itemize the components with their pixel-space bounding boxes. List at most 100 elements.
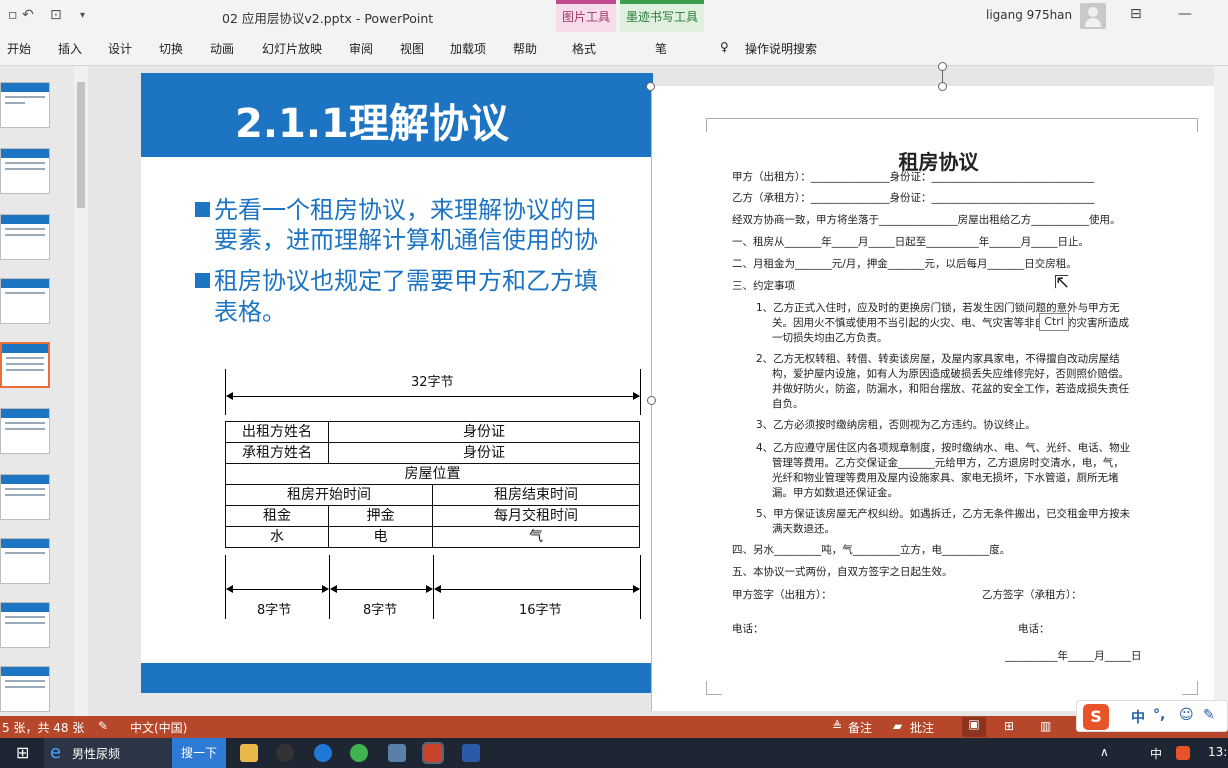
ime-punct[interactable]: °, <box>1153 707 1165 723</box>
tab-animations[interactable]: 动画 <box>210 40 234 57</box>
rental-agreement-image[interactable]: 租房协议 甲方（出租方）：_______________身份证：________… <box>651 86 1224 711</box>
customize-qat-icon[interactable]: ▾ <box>80 10 85 21</box>
table-cell: 身份证 <box>328 442 640 464</box>
table-cell: 水 <box>225 526 329 548</box>
bullet-square-icon <box>195 202 210 217</box>
sogou-tray-icon[interactable] <box>1176 746 1190 760</box>
tab-home[interactable]: 开始 <box>7 40 31 57</box>
word-icon[interactable] <box>462 744 480 762</box>
bullet-1[interactable]: 先看一个租房协议，来理解协议的目 <box>195 196 598 225</box>
normal-view-icon[interactable]: ▣ <box>962 717 986 737</box>
doc-line: 管理等费用。乙方交保证金_______元给甲方，乙方退房时交清水，电，气， <box>772 457 1124 469</box>
slide-thumbnail[interactable] <box>0 666 50 712</box>
taskbar-browser[interactable]: e 男性尿频 <box>44 738 172 768</box>
tray-language[interactable]: 中 <box>1150 745 1162 762</box>
context-group-label: 图片工具 <box>561 10 610 24</box>
undo-icon[interactable]: ↶ <box>22 7 34 23</box>
tab-insert[interactable]: 插入 <box>58 40 82 57</box>
ctrl-tooltip: Ctrl <box>1039 313 1069 331</box>
notes-button[interactable]: 备注 <box>848 719 872 736</box>
spellcheck-icon[interactable]: ✎ <box>98 719 108 733</box>
doc-line: 甲方（出租方）：_______________身份证：_____________… <box>732 171 1095 183</box>
comments-button[interactable]: 批注 <box>910 719 934 736</box>
start-icon[interactable]: ⊞ <box>16 743 29 762</box>
doc-line: 经双方协商一致，甲方将坐落于_______________房屋出租给乙方____… <box>732 214 1121 226</box>
field-bytes-label: 8字节 <box>257 603 292 618</box>
doc-line: 满天数退还。 <box>772 523 835 535</box>
table-cell: 每月交租时间 <box>432 505 640 527</box>
slide-thumbnail[interactable] <box>0 602 50 648</box>
slide-title[interactable]: 2.1.1理解协议 <box>235 91 509 149</box>
slide-count[interactable]: 5 张，共 48 张 <box>2 719 84 736</box>
total-bytes-label: 32字节 <box>411 375 454 390</box>
doc-line: 2、乙方无权转租、转借、转卖该房屋，及屋内家具家电，不得擅自改动房屋结 <box>756 353 1120 365</box>
edge-icon[interactable] <box>314 744 332 762</box>
user-name[interactable]: ligang 975han <box>986 8 1072 22</box>
resize-handle[interactable] <box>646 82 655 91</box>
doc-line: 4、乙方应遵守居住区内各项规章制度，按时缴纳水、电、气、光纤、电话、物业 <box>756 442 1131 454</box>
present-icon[interactable]: ⊡ <box>50 7 62 23</box>
doc-line: 电话： <box>732 623 764 635</box>
bullet-2[interactable]: 租房协议也规定了需要甲方和乙方填 <box>195 267 598 296</box>
emoji-icon[interactable]: ☺ <box>1179 707 1194 723</box>
slide-thumbnail-selected[interactable] <box>0 342 50 388</box>
slide-thumbnail[interactable] <box>0 474 50 520</box>
minimize-icon[interactable]: — <box>1178 6 1192 22</box>
doc-line: 乙方签字（承租方）： <box>982 589 1082 601</box>
language-indicator[interactable]: 中文(中国) <box>130 719 187 736</box>
doc-line: 电话： <box>1018 623 1050 635</box>
tab-slideshow[interactable]: 幻灯片放映 <box>262 40 322 57</box>
resize-handle[interactable] <box>938 82 947 91</box>
ime-toolbar[interactable]: S 中 °, ☺ ✎ <box>1076 700 1228 732</box>
resize-handle[interactable] <box>647 396 656 405</box>
app-icon[interactable] <box>388 744 406 762</box>
field-bytes-label: 8字节 <box>363 603 398 618</box>
browser-360-icon[interactable] <box>350 744 368 762</box>
powerpoint-icon[interactable] <box>422 742 444 764</box>
doc-line: 并做好防火，防盗，防漏水，和阳台摆放、花盆的安全工作，若造成损失责任 <box>772 383 1129 395</box>
clock[interactable]: 13: <box>1208 745 1227 759</box>
skin-icon[interactable]: ✎ <box>1203 707 1215 723</box>
tab-help[interactable]: 帮助 <box>513 40 537 57</box>
file-explorer-icon[interactable] <box>240 744 258 762</box>
reading-view-icon[interactable]: ▥ <box>1040 719 1051 733</box>
doc-line: 四、另水_________吨，气_________立方，电_________度。 <box>732 544 1011 556</box>
slide-canvas[interactable]: 2.1.1理解协议 先看一个租房协议，来理解协议的目 要素，进而理解计算机通信使… <box>141 73 653 693</box>
doc-line: 乙方（承租方）：_______________身份证：_____________… <box>732 192 1095 204</box>
search-button[interactable]: 搜一下 <box>172 738 226 768</box>
qq-icon[interactable] <box>276 744 294 762</box>
slide-thumbnail[interactable] <box>0 538 50 584</box>
byte-layout-table[interactable]: 32字节 出租方姓名 身份证 承租方姓名 身份证 房屋位置 租房开始时间 租房结… <box>225 369 641 619</box>
save-icon[interactable]: ▫ <box>8 7 18 23</box>
ribbon-tabs: 开始 插入 设计 切换 动画 幻灯片放映 审阅 视图 加载项 帮助 格式 笔 ♀… <box>0 32 1228 66</box>
field-bytes-label: 16字节 <box>519 603 562 618</box>
tab-design[interactable]: 设计 <box>108 40 132 57</box>
table-cell: 房屋位置 <box>225 463 640 485</box>
slide-thumbnail[interactable] <box>0 278 50 324</box>
doc-line: 3、乙方必须按时缴纳房租，否则视为乙方违约。协议终止。 <box>756 419 1036 431</box>
tab-review[interactable]: 审阅 <box>349 40 373 57</box>
tell-me-search[interactable]: 操作说明搜索 <box>745 40 817 57</box>
tray-expand-icon[interactable]: ∧ <box>1100 745 1109 759</box>
table-cell: 押金 <box>328 505 433 527</box>
bullet-2-line-2: 表格。 <box>214 298 286 326</box>
tab-addins[interactable]: 加载项 <box>450 40 486 57</box>
doc-line: 漏。甲方如数退还保证金。 <box>772 487 898 499</box>
ribbon-display-icon[interactable]: ⊟ <box>1130 6 1142 22</box>
vertical-scrollbar[interactable] <box>1214 66 1228 716</box>
avatar[interactable] <box>1080 3 1106 29</box>
slide-thumbnail[interactable] <box>0 408 50 454</box>
ime-mode[interactable]: 中 <box>1131 707 1145 727</box>
bullet-1-line-1: 先看一个租房协议，来理解协议的目 <box>214 196 598 224</box>
thumbnail-scrollbar[interactable] <box>74 66 88 716</box>
rotate-handle[interactable] <box>938 62 947 71</box>
tab-picture-format[interactable]: 格式 <box>572 40 596 57</box>
slide-thumbnail[interactable] <box>0 214 50 260</box>
tab-view[interactable]: 视图 <box>400 40 424 57</box>
table-cell: 出租方姓名 <box>225 421 329 443</box>
tab-transitions[interactable]: 切换 <box>159 40 183 57</box>
slide-sorter-icon[interactable]: ⊞ <box>1004 719 1014 733</box>
slide-thumbnail[interactable] <box>0 82 50 128</box>
tab-pen[interactable]: 笔 <box>655 40 667 57</box>
slide-thumbnail[interactable] <box>0 148 50 194</box>
